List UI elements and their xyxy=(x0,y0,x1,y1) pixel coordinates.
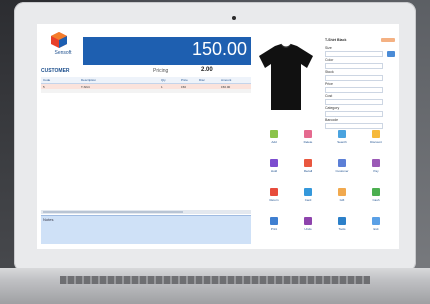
status-badge xyxy=(381,38,395,42)
column-header: Code xyxy=(43,78,51,82)
field-label: Price xyxy=(325,82,333,86)
column-header: Disc xyxy=(199,78,205,82)
app-logo: Sensoft xyxy=(43,32,77,60)
customer-row[interactable]: CUSTOMER Pricing 2.00 xyxy=(41,67,251,76)
action-label: Hold xyxy=(270,169,278,173)
action-icon xyxy=(338,217,346,225)
product-name: T-Shirt Black xyxy=(325,38,347,42)
stock-field[interactable] xyxy=(325,75,383,81)
horizontal-scrollbar[interactable] xyxy=(41,210,251,214)
action-tile[interactable]: Search xyxy=(327,128,357,148)
action-tile[interactable]: Return xyxy=(259,186,289,206)
pricing-label: Pricing xyxy=(153,68,169,74)
action-label: Discount xyxy=(370,140,382,144)
action-icon xyxy=(372,217,380,225)
sale-table-header: Code Description Qty Price Disc Amount xyxy=(41,77,251,84)
action-tile[interactable]: Tools xyxy=(327,215,357,235)
action-tile[interactable]: Card xyxy=(293,186,323,206)
column-header: Description xyxy=(81,78,97,82)
column-header: Qty xyxy=(161,78,166,82)
total-amount: 150.00 xyxy=(191,39,247,59)
field-label: Stock xyxy=(325,70,334,74)
field-label: Category xyxy=(325,106,340,110)
action-icon xyxy=(338,159,346,167)
action-icon xyxy=(304,130,312,138)
action-tile[interactable]: Delete xyxy=(293,128,323,148)
action-tile[interactable]: Hold xyxy=(259,157,289,177)
action-label: Customer xyxy=(335,169,349,173)
info-icon[interactable] xyxy=(387,51,395,57)
action-icon xyxy=(304,217,312,225)
action-label: Add xyxy=(271,140,277,144)
notes-panel[interactable]: Notes xyxy=(41,215,251,244)
action-icon xyxy=(304,159,312,167)
action-icon xyxy=(372,188,380,196)
action-label: Gift xyxy=(339,198,345,202)
action-tile[interactable]: Customer xyxy=(327,157,357,177)
action-label: Card xyxy=(304,198,312,202)
scrollbar-thumb[interactable] xyxy=(43,211,183,213)
action-label: Cash xyxy=(372,198,380,202)
action-tile[interactable]: Pay xyxy=(361,157,391,177)
action-label: Recall xyxy=(303,169,313,173)
action-label: Undo xyxy=(304,227,312,231)
action-label: Print xyxy=(270,227,278,231)
column-header: Amount xyxy=(221,78,232,82)
webcam xyxy=(232,16,236,20)
action-icon xyxy=(304,188,312,196)
customer-name[interactable]: CUSTOMER xyxy=(41,68,70,74)
logo-icon xyxy=(51,32,67,48)
size-field[interactable] xyxy=(325,51,383,57)
action-label: Exit xyxy=(373,227,379,231)
pricing-value: 2.00 xyxy=(201,67,213,73)
action-tile[interactable]: Add xyxy=(259,128,289,148)
action-tile[interactable]: Undo xyxy=(293,215,323,235)
field-label: Cost xyxy=(325,94,333,98)
action-label: Tools xyxy=(338,227,346,231)
action-label: Pay xyxy=(373,169,379,173)
column-header: Price xyxy=(181,78,188,82)
action-icon xyxy=(372,130,380,138)
action-icon xyxy=(270,188,278,196)
action-tile[interactable]: Discount xyxy=(361,128,391,148)
action-label: Search xyxy=(337,140,347,144)
total-display: 150.00 xyxy=(83,37,251,65)
action-tile[interactable]: Cash xyxy=(361,186,391,206)
color-field[interactable] xyxy=(325,63,383,69)
price-field[interactable] xyxy=(325,87,383,93)
action-label: Return xyxy=(269,198,279,202)
laptop-keyboard xyxy=(60,276,370,284)
action-tile[interactable]: Print xyxy=(259,215,289,235)
action-icon xyxy=(270,130,278,138)
tshirt-image xyxy=(259,43,313,110)
brand-name: Sensoft xyxy=(54,50,72,56)
action-label: Delete xyxy=(303,140,313,144)
notes-label: Notes xyxy=(43,217,54,222)
field-label: Size xyxy=(325,46,332,50)
action-tile[interactable]: Recall xyxy=(293,157,323,177)
action-icon xyxy=(270,217,278,225)
action-icon xyxy=(338,130,346,138)
action-icon xyxy=(338,188,346,196)
field-label: Barcode xyxy=(325,118,339,122)
action-icon xyxy=(270,159,278,167)
table-row-empty[interactable] xyxy=(41,89,251,93)
laptop-base xyxy=(0,268,430,304)
action-tile[interactable]: Exit xyxy=(361,215,391,235)
pos-screen: Sensoft 150.00 CUSTOMER Pricing 2.00 Cod… xyxy=(37,24,399,249)
cost-field[interactable] xyxy=(325,99,383,105)
field-label: Color xyxy=(325,58,334,62)
action-tile[interactable]: Gift xyxy=(327,186,357,206)
action-button-grid: Add Delete Search Discount Hold Recall Custome… xyxy=(259,128,395,246)
category-field[interactable] xyxy=(325,111,383,117)
action-icon xyxy=(372,159,380,167)
